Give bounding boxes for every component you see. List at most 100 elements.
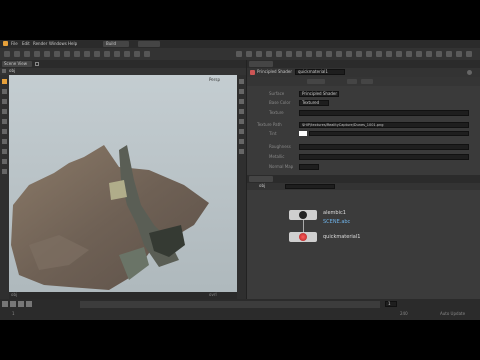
shelf-tool-icon[interactable]	[14, 51, 20, 57]
shelf-tool-icon[interactable]	[386, 51, 392, 57]
pose-tool-icon[interactable]	[2, 129, 7, 134]
shelf-tool-icon[interactable]	[426, 51, 432, 57]
step-forward-icon[interactable]	[26, 301, 32, 307]
texture-path-field[interactable]: $HIP/textures/RealityCapture/Dunes_1001.…	[299, 122, 469, 128]
viewport-3d[interactable]: Persp	[9, 75, 237, 299]
shelf-tool-icon[interactable]	[396, 51, 402, 57]
shelf-tool-icon[interactable]	[104, 51, 110, 57]
shelf-tool-icon[interactable]	[276, 51, 282, 57]
tab-network[interactable]	[249, 176, 273, 182]
menu-help[interactable]: Help	[68, 41, 77, 47]
surface-dropdown[interactable]: Principled Shader	[299, 91, 339, 97]
end-frame[interactable]: 240	[400, 311, 408, 317]
move-tool-icon[interactable]	[2, 89, 7, 94]
shelf-tool-icon[interactable]	[406, 51, 412, 57]
shelf-tool-icon[interactable]	[44, 51, 50, 57]
display-option-icon[interactable]	[239, 129, 244, 134]
shelf-tool-icon[interactable]	[94, 51, 100, 57]
add-tab-icon[interactable]	[35, 62, 39, 66]
start-frame[interactable]: 1	[12, 311, 15, 317]
shelf-tool-icon[interactable]	[366, 51, 372, 57]
step-back-icon[interactable]	[10, 301, 16, 307]
display-option-icon[interactable]	[239, 99, 244, 104]
view-tool-icon[interactable]	[2, 139, 7, 144]
rotate-tool-icon[interactable]	[2, 99, 7, 104]
network-editor[interactable]: alembic1 SCENE.abc quickmaterial1	[247, 190, 480, 299]
shelf-tool-icon[interactable]	[266, 51, 272, 57]
shelf-tool-icon[interactable]	[114, 51, 120, 57]
display-option-icon[interactable]	[239, 139, 244, 144]
shelf-tool-icon[interactable]	[466, 51, 472, 57]
shelf-tool-icon[interactable]	[64, 51, 70, 57]
select-tool-icon[interactable]	[2, 79, 7, 84]
shelf-tool-icon[interactable]	[54, 51, 60, 57]
shelf-tool-icon[interactable]	[306, 51, 312, 57]
quickmaterial-node[interactable]	[289, 232, 317, 242]
viewport-path[interactable]: obj	[9, 68, 15, 74]
network-path[interactable]: obj	[259, 183, 265, 189]
shelf-tool-icon[interactable]	[446, 51, 452, 57]
shelf-tool-icon[interactable]	[376, 51, 382, 57]
tint-swatch[interactable]	[299, 131, 307, 136]
display-option-icon[interactable]	[239, 89, 244, 94]
shelf-tool-icon[interactable]	[356, 51, 362, 57]
base-color-field[interactable]: Textured	[299, 100, 329, 106]
scale-tool-icon[interactable]	[2, 109, 7, 114]
metallic-field[interactable]	[299, 154, 469, 160]
shelf-tool-icon[interactable]	[124, 51, 130, 57]
shelf-tool-icon[interactable]	[246, 51, 252, 57]
roughness-field[interactable]	[299, 144, 469, 150]
texture-field[interactable]	[299, 110, 469, 116]
menu-file[interactable]: File	[11, 41, 18, 47]
menu-windows[interactable]: Windows	[49, 41, 67, 47]
network-path-field[interactable]	[285, 184, 335, 189]
menu-render[interactable]: Render	[33, 41, 47, 47]
node-name-field[interactable]: quickmaterial1	[295, 69, 345, 75]
shelf-tool-icon[interactable]	[346, 51, 352, 57]
param-label: Texture	[269, 110, 284, 115]
display-option-icon[interactable]	[239, 119, 244, 124]
tab-scene-view[interactable]: Scene View	[2, 61, 32, 67]
display-option-icon[interactable]	[239, 109, 244, 114]
shelf-tool-icon[interactable]	[134, 51, 140, 57]
frame-field[interactable]: 1	[385, 301, 397, 307]
handle-tool-icon[interactable]	[2, 119, 7, 124]
shelf-tool-icon[interactable]	[4, 51, 10, 57]
update-mode[interactable]: Auto Update	[440, 311, 465, 317]
shelf-tool-icon[interactable]	[286, 51, 292, 57]
shelf-tool-icon[interactable]	[336, 51, 342, 57]
shelf-tool-icon[interactable]	[296, 51, 302, 57]
display-option-icon[interactable]	[239, 79, 244, 84]
shelf-tool-icon[interactable]	[24, 51, 30, 57]
back-arrow-icon[interactable]	[2, 69, 6, 73]
play-icon[interactable]	[18, 301, 24, 307]
shelf-tool-icon[interactable]	[236, 51, 242, 57]
shelf-tool-icon[interactable]	[456, 51, 462, 57]
menu-edit[interactable]: Edit	[22, 41, 30, 47]
shelf-tool-icon[interactable]	[84, 51, 90, 57]
shelf-tool-icon[interactable]	[416, 51, 422, 57]
tab-parameters[interactable]	[249, 61, 273, 67]
rewind-icon[interactable]	[2, 301, 8, 307]
brush-tool-icon[interactable]	[2, 159, 7, 164]
display-option-icon[interactable]	[239, 149, 244, 154]
shelf-tool-icon[interactable]	[256, 51, 262, 57]
shelf-tool-icon[interactable]	[34, 51, 40, 57]
shelf-tool-icon[interactable]	[326, 51, 332, 57]
normal-map-field[interactable]	[299, 164, 319, 170]
param-tab-3[interactable]	[361, 79, 373, 84]
shelf-tool-icon[interactable]	[436, 51, 442, 57]
camera-tool-icon[interactable]	[2, 169, 7, 174]
param-tab-1[interactable]	[307, 79, 325, 84]
snap-tool-icon[interactable]	[2, 149, 7, 154]
desktop-selector[interactable]: Build	[103, 41, 129, 47]
param-tab-2[interactable]	[347, 79, 357, 84]
shelf-tool-icon[interactable]	[316, 51, 322, 57]
main-tab[interactable]	[138, 41, 160, 47]
help-icon[interactable]	[467, 70, 472, 75]
alembic-node[interactable]	[289, 210, 317, 220]
shelf-tool-icon[interactable]	[144, 51, 150, 57]
shelf-tool-icon[interactable]	[74, 51, 80, 57]
timeline-ruler[interactable]	[80, 301, 380, 308]
tint-slider[interactable]	[309, 131, 469, 136]
